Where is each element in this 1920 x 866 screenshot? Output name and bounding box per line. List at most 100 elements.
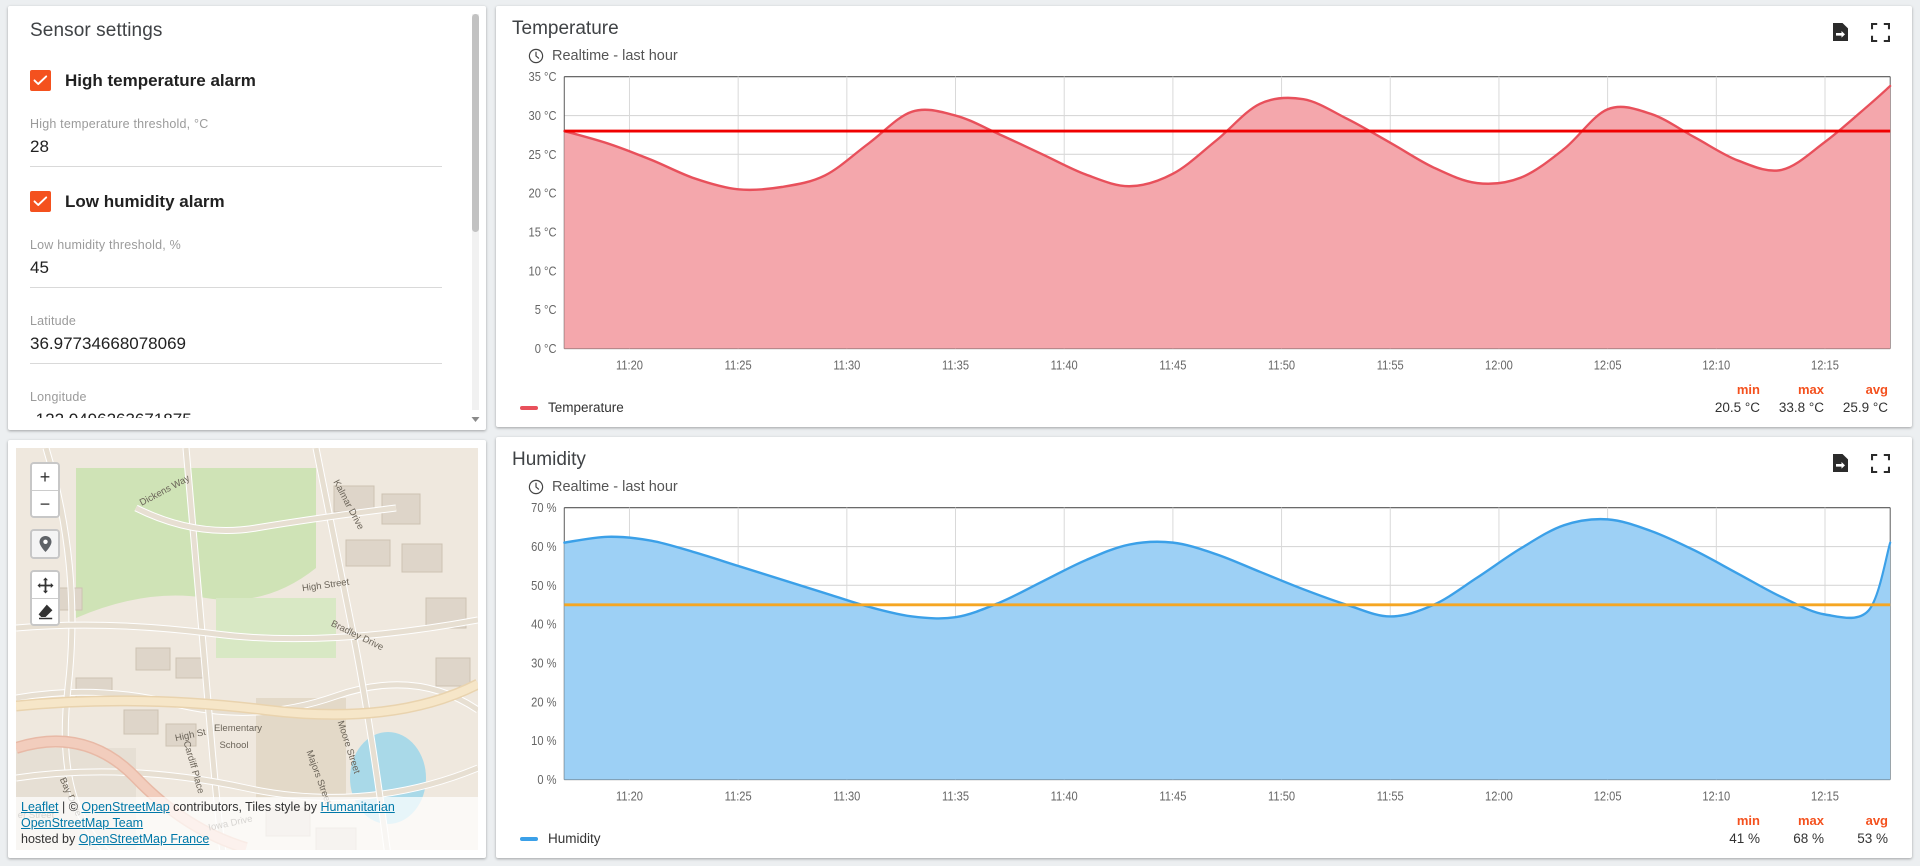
left-column: Sensor settings High temperature alarm H… xyxy=(8,6,486,858)
svg-text:11:45: 11:45 xyxy=(1159,789,1186,804)
clock-icon xyxy=(528,48,544,64)
temperature-chart-card: Temperature Realtime - last hour xyxy=(496,6,1912,427)
temperature-chart-footer: Temperature min20.5 °Cmax33.8 °Cavg25.9 … xyxy=(512,382,1896,421)
sensor-map-card[interactable]: Dickens WayKalmar DriveHigh StreetBradle… xyxy=(8,440,486,858)
svg-text:12:15: 12:15 xyxy=(1811,789,1839,804)
temperature-legend[interactable]: Temperature xyxy=(520,400,624,415)
fullscreen-icon[interactable] xyxy=(1871,454,1890,473)
leaflet-link[interactable]: Leaflet xyxy=(21,800,59,814)
right-column: Temperature Realtime - last hour xyxy=(496,6,1912,858)
temperature-chart-actions[interactable] xyxy=(1832,18,1896,42)
locate-control-group[interactable] xyxy=(30,529,60,559)
osm-france-link[interactable]: OpenStreetMap France xyxy=(79,832,210,846)
attrib-hosted-by: hosted by xyxy=(21,832,79,846)
high-temp-threshold-input[interactable]: 28 xyxy=(30,131,442,167)
svg-text:11:30: 11:30 xyxy=(833,358,860,373)
humidity-chart-footer: Humidity min 41 %max68 %avg 53 % xyxy=(512,813,1896,852)
latitude-field[interactable]: Latitude 36.97734668078069 xyxy=(30,314,442,364)
svg-text:20 °C: 20 °C xyxy=(529,186,557,201)
longitude-field[interactable]: Longitude -122.0496263671875 xyxy=(30,390,442,418)
stat-max: max68 % xyxy=(1760,813,1824,846)
temperature-chart-title: Temperature xyxy=(512,18,678,40)
temperature-subtitle-text: Realtime - last hour xyxy=(552,48,678,64)
openstreetmap-link[interactable]: OpenStreetMap xyxy=(81,800,169,814)
high-temp-alarm-checkbox[interactable] xyxy=(30,70,51,91)
humidity-subtitle-text: Realtime - last hour xyxy=(552,479,678,495)
temperature-stats: min20.5 °Cmax33.8 °Cavg25.9 °C xyxy=(1696,382,1888,415)
low-humidity-alarm-label: Low humidity alarm xyxy=(65,192,225,212)
svg-text:11:40: 11:40 xyxy=(1051,789,1078,804)
page-title: Sensor settings xyxy=(30,20,468,46)
zoom-in-button[interactable]: + xyxy=(32,464,58,490)
eraser-button[interactable] xyxy=(32,598,58,624)
stat-key: min xyxy=(1696,813,1760,828)
move-arrows-icon xyxy=(37,577,54,594)
settings-form: High temperature alarm High temperature … xyxy=(30,46,468,418)
humidity-chart-actions[interactable] xyxy=(1832,449,1896,473)
humidity-legend[interactable]: Humidity xyxy=(520,831,601,846)
longitude-label: Longitude xyxy=(30,390,442,404)
stat-key: min xyxy=(1696,382,1760,397)
humidity-stats: min 41 %max68 %avg 53 % xyxy=(1696,813,1888,846)
latitude-input[interactable]: 36.97734668078069 xyxy=(30,328,442,364)
svg-text:11:50: 11:50 xyxy=(1268,789,1295,804)
svg-text:30 %: 30 % xyxy=(531,656,557,671)
high-temp-threshold-field[interactable]: High temperature threshold, °C 28 xyxy=(30,117,442,167)
high-temp-alarm-label: High temperature alarm xyxy=(65,71,256,91)
svg-text:10 °C: 10 °C xyxy=(529,264,557,279)
edit-control-group[interactable] xyxy=(30,570,60,626)
stat-key: max xyxy=(1760,382,1824,397)
humidity-chart-subtitle: Realtime - last hour xyxy=(528,479,678,495)
attrib-sep: | © xyxy=(59,800,82,814)
clock-icon xyxy=(528,479,544,495)
map-controls[interactable]: + − xyxy=(30,462,60,626)
svg-text:50 %: 50 % xyxy=(531,578,557,593)
low-humidity-threshold-field[interactable]: Low humidity threshold, % 45 xyxy=(30,238,442,288)
svg-text:11:35: 11:35 xyxy=(942,358,969,373)
svg-text:11:20: 11:20 xyxy=(616,789,643,804)
svg-text:70 %: 70 % xyxy=(531,501,557,515)
export-file-icon[interactable] xyxy=(1832,453,1849,473)
stat-value: 53 % xyxy=(1824,831,1888,846)
stat-key: max xyxy=(1760,813,1824,828)
svg-text:10 %: 10 % xyxy=(531,733,557,748)
export-file-icon[interactable] xyxy=(1832,22,1849,42)
svg-text:11:45: 11:45 xyxy=(1159,358,1186,373)
svg-text:15 °C: 15 °C xyxy=(529,225,557,240)
stat-value: 20.5 °C xyxy=(1696,400,1760,415)
map-attribution: Leaflet | © OpenStreetMap contributors, … xyxy=(16,797,478,850)
humidity-legend-label: Humidity xyxy=(548,831,601,846)
low-humidity-threshold-input[interactable]: 45 xyxy=(30,252,442,288)
settings-scrollbar[interactable] xyxy=(469,14,482,426)
eraser-icon xyxy=(37,603,54,620)
stat-min: min 41 % xyxy=(1696,813,1760,846)
sensor-settings-card: Sensor settings High temperature alarm H… xyxy=(8,6,486,430)
low-humidity-alarm-row[interactable]: Low humidity alarm xyxy=(30,191,442,212)
scroll-down-arrow-icon[interactable] xyxy=(469,412,482,426)
stat-value: 33.8 °C xyxy=(1760,400,1824,415)
longitude-input[interactable]: -122.0496263671875 xyxy=(30,404,442,418)
temperature-plot[interactable]: 0 °C5 °C10 °C15 °C20 °C25 °C30 °C35 °C11… xyxy=(512,70,1896,382)
temperature-legend-label: Temperature xyxy=(548,400,624,415)
stat-value: 41 % xyxy=(1696,831,1760,846)
fullscreen-icon[interactable] xyxy=(1871,23,1890,42)
svg-text:0 °C: 0 °C xyxy=(535,341,557,356)
svg-text:30 °C: 30 °C xyxy=(529,108,557,123)
humidity-plot[interactable]: 0 %10 %20 %30 %40 %50 %60 %70 %11:2011:2… xyxy=(512,501,1896,813)
leaflet-map[interactable]: Dickens WayKalmar DriveHigh StreetBradle… xyxy=(16,448,478,850)
high-temp-alarm-row[interactable]: High temperature alarm xyxy=(30,70,442,91)
svg-text:11:55: 11:55 xyxy=(1377,358,1404,373)
zoom-out-button[interactable]: − xyxy=(32,490,58,516)
zoom-control-group[interactable]: + − xyxy=(30,462,60,518)
humidity-legend-swatch xyxy=(520,837,538,841)
svg-text:11:25: 11:25 xyxy=(725,358,752,373)
svg-text:12:00: 12:00 xyxy=(1485,358,1513,373)
map-pin-button[interactable] xyxy=(32,531,58,557)
svg-text:12:05: 12:05 xyxy=(1594,789,1622,804)
stat-key: avg xyxy=(1824,813,1888,828)
stat-key: avg xyxy=(1824,382,1888,397)
scrollbar-thumb[interactable] xyxy=(472,14,479,232)
low-humidity-alarm-checkbox[interactable] xyxy=(30,191,51,212)
pan-move-button[interactable] xyxy=(32,572,58,598)
svg-text:12:10: 12:10 xyxy=(1702,358,1730,373)
